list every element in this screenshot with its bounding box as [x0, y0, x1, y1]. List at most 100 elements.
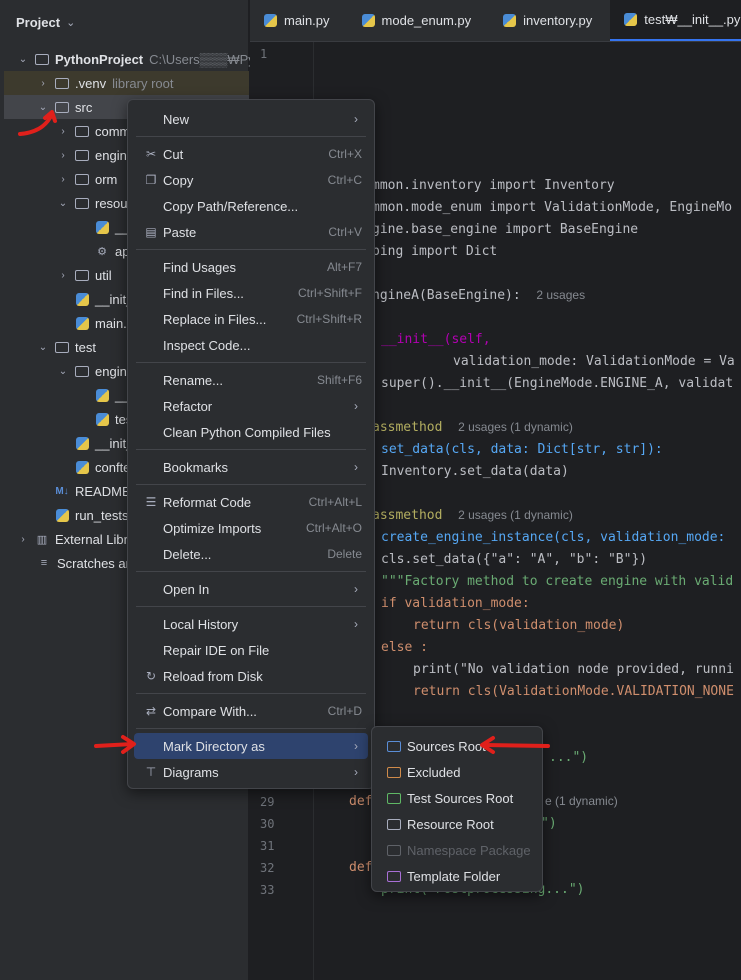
menu-item-inspect-code[interactable]: Inspect Code...: [134, 332, 368, 358]
menu-item-reload-from-disk[interactable]: ↻ Reload from Disk: [134, 663, 368, 689]
markdown-icon: M↓: [55, 485, 69, 497]
resource-folder-icon: [74, 196, 90, 210]
chevron-right-icon[interactable]: ›: [16, 534, 30, 545]
chevron-down-icon[interactable]: ⌄: [16, 54, 30, 65]
tree-item-scratches[interactable]: ≡ Scratches and: [32, 551, 140, 575]
tree-item-pythonproject[interactable]: ⌄ PythonProject C:\Users▒▒▒₩Py: [16, 47, 255, 71]
menu-item-repair-ide[interactable]: Repair IDE on File: [134, 637, 368, 663]
chevron-down-icon[interactable]: ⌄: [56, 198, 70, 209]
chevron-right-icon: ›: [354, 112, 358, 126]
tree-item-test-init[interactable]: __init_: [70, 431, 133, 455]
code-line: def: [349, 860, 373, 875]
menu-item-optimize-imports[interactable]: Optimize Imports Ctrl+Alt+O: [134, 515, 368, 541]
menu-item-clean-compiled[interactable]: Clean Python Compiled Files: [134, 419, 368, 445]
usages-hint[interactable]: 2 usages: [536, 288, 585, 302]
submenu-item-resource-root[interactable]: Resource Root: [378, 811, 536, 837]
submenu-item-template-folder[interactable]: Template Folder: [378, 863, 536, 889]
tree-item-test[interactable]: ⌄ test: [36, 335, 96, 359]
tree-item-hint: library root: [112, 75, 174, 91]
tree-item-engine[interactable]: › engine: [56, 143, 134, 167]
code-line: """Factory method to create engine with …: [381, 574, 734, 589]
chevron-down-icon[interactable]: ⌄: [36, 342, 50, 353]
tab-label: inventory.py: [523, 13, 593, 28]
tree-item-external-libraries[interactable]: › ▥ External Libra: [16, 527, 135, 551]
tree-item-readme[interactable]: M↓ README.: [50, 479, 134, 503]
tree-item-src-init[interactable]: __init_: [70, 287, 133, 311]
menu-item-diagrams[interactable]: ⊤ Diagrams ›: [134, 759, 368, 785]
folder-icon: [54, 76, 70, 90]
python-file-icon: [361, 14, 375, 27]
menu-item-local-history[interactable]: Local History ›: [134, 611, 368, 637]
chevron-right-icon[interactable]: ›: [36, 78, 50, 89]
tree-item-label: .venv: [75, 75, 107, 91]
python-file-icon: [74, 436, 90, 450]
scratches-icon: ≡: [40, 557, 48, 569]
folder-icon: [34, 52, 50, 66]
menu-item-new[interactable]: New ›: [134, 106, 368, 132]
code-line: def: [349, 794, 373, 809]
code-line: Inventory.set_data(data): [381, 464, 569, 479]
tab-label: main.py: [284, 13, 330, 28]
tree-item-label: src: [75, 99, 93, 115]
tree-item-app-config[interactable]: ⚙ ap: [90, 239, 129, 263]
tree-item-run-tests[interactable]: run_tests.: [50, 503, 132, 527]
menu-separator: [136, 249, 366, 250]
chevron-down-icon[interactable]: ⌄: [56, 366, 70, 377]
annotation-arrow-mark-directory: [94, 735, 136, 754]
test-sources-folder-icon: [387, 792, 401, 804]
tab-mode-enum-py[interactable]: mode_enum.py: [348, 0, 490, 41]
code-line: else :: [381, 640, 428, 655]
code-line: if validation_mode:: [381, 596, 530, 611]
chevron-right-icon[interactable]: ›: [56, 150, 70, 161]
code-line: return cls(validation_mode): [413, 618, 625, 633]
usages-hint[interactable]: 2 usages (1 dynamic): [458, 420, 573, 434]
tree-item-common[interactable]: › comm: [56, 119, 130, 143]
menu-item-find-usages[interactable]: Find Usages Alt+F7: [134, 254, 368, 280]
chevron-right-icon[interactable]: ›: [56, 174, 70, 185]
tree-item-venv[interactable]: › .venv library root: [4, 71, 249, 95]
menu-item-paste[interactable]: ▤ Paste Ctrl+V: [134, 219, 368, 245]
tree-item-orm[interactable]: › orm: [56, 167, 117, 191]
menu-item-copy[interactable]: ❐ Copy Ctrl+C: [134, 167, 368, 193]
tree-item-resources-init[interactable]: __i: [90, 215, 132, 239]
menu-item-cut[interactable]: ✂ Cut Ctrl+X: [134, 141, 368, 167]
chevron-right-icon: ›: [354, 765, 358, 779]
menu-item-rename[interactable]: Rename... Shift+F6: [134, 367, 368, 393]
menu-item-open-in[interactable]: Open In ›: [134, 576, 368, 602]
python-file-icon: [74, 292, 90, 306]
project-view-header[interactable]: Project ⌄: [0, 0, 248, 44]
annotation-arrow-src: [18, 110, 57, 136]
menu-item-mark-directory-as[interactable]: Mark Directory as ›: [134, 733, 368, 759]
tree-item-test-engine-init[interactable]: __i: [90, 383, 132, 407]
menu-separator: [136, 728, 366, 729]
menu-item-copy-path[interactable]: Copy Path/Reference...: [134, 193, 368, 219]
menu-item-refactor[interactable]: Refactor ›: [134, 393, 368, 419]
chevron-right-icon[interactable]: ›: [56, 270, 70, 281]
tree-item-util[interactable]: › util: [56, 263, 112, 287]
tab-main-py[interactable]: main.py: [250, 0, 348, 41]
code-line: cls.set_data({"a": "A", "b": "B"}): [381, 552, 648, 567]
tree-item-test-engine[interactable]: ⌄ engine: [56, 359, 134, 383]
tree-item-test-file[interactable]: tes: [90, 407, 132, 431]
submenu-item-test-sources-root[interactable]: Test Sources Root: [378, 785, 536, 811]
usages-hint[interactable]: 2 usages (1 dynamic): [458, 508, 573, 522]
menu-item-reformat-code[interactable]: ☰ Reformat Code Ctrl+Alt+L: [134, 489, 368, 515]
tree-item-resources[interactable]: ⌄ resour: [56, 191, 132, 215]
menu-separator: [136, 362, 366, 363]
menu-item-replace-in-files[interactable]: Replace in Files... Ctrl+Shift+R: [134, 306, 368, 332]
menu-item-delete[interactable]: Delete... Delete: [134, 541, 368, 567]
tree-item-label: util: [95, 267, 112, 283]
python-file-icon: [74, 460, 90, 474]
menu-item-compare-with[interactable]: ⇄ Compare With... Ctrl+D: [134, 698, 368, 724]
line-number: 33: [260, 883, 275, 897]
tree-item-main[interactable]: main.p: [70, 311, 134, 335]
folder-icon: [74, 148, 90, 162]
tab-inventory-py[interactable]: inventory.py: [489, 0, 610, 41]
menu-item-find-in-files[interactable]: Find in Files... Ctrl+Shift+F: [134, 280, 368, 306]
menu-item-bookmarks[interactable]: Bookmarks ›: [134, 454, 368, 480]
python-file-icon: [264, 14, 277, 27]
code-line: "): [541, 816, 557, 831]
submenu-item-excluded[interactable]: Excluded: [378, 759, 536, 785]
tab-test-init-py[interactable]: test₩__init__.py: [610, 0, 741, 41]
chevron-down-icon[interactable]: ⌄: [66, 16, 75, 29]
